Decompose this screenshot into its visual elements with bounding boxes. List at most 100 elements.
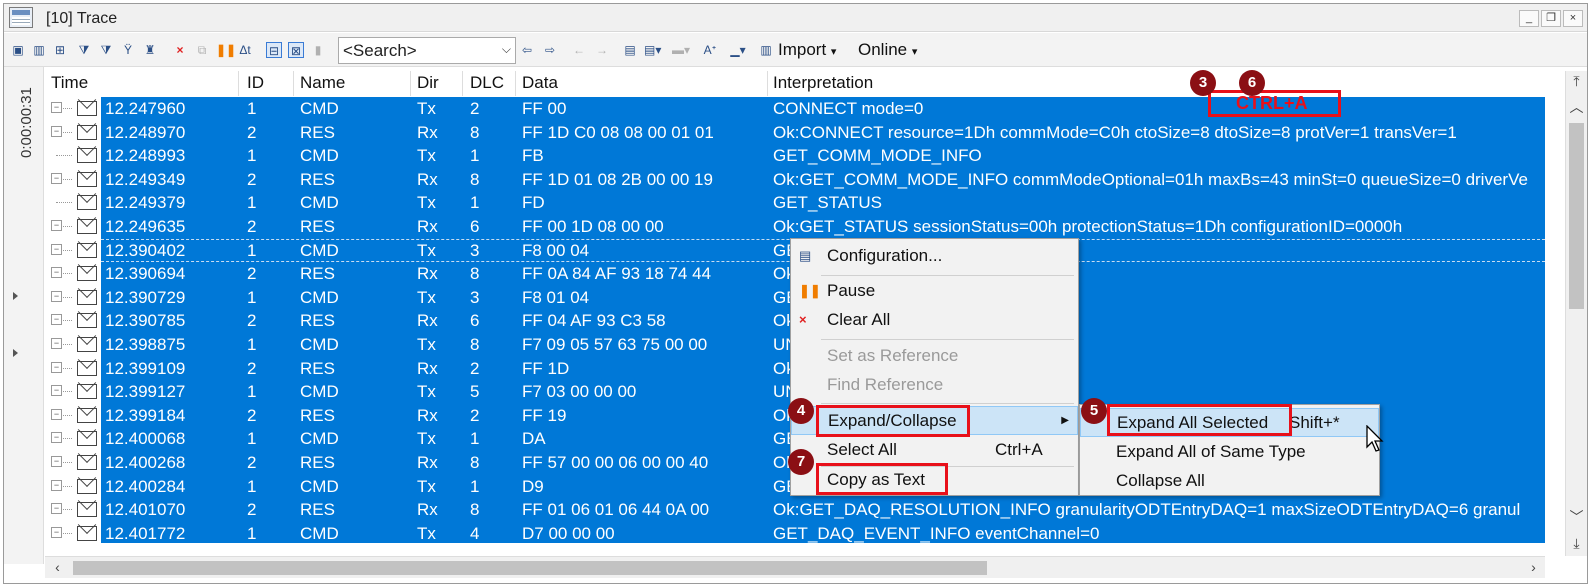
find-next-icon[interactable]: ⇨ xyxy=(542,42,558,58)
expand-right-icon[interactable] xyxy=(13,349,18,357)
close-button[interactable]: × xyxy=(1563,10,1583,27)
chevron-down-icon[interactable]: ⌵ xyxy=(502,42,511,57)
table-row[interactable]: 12.248993 1 CMD Tx 1 FB GET_COMM_MODE_INFO xyxy=(45,144,1545,168)
row-time: 12.248970 xyxy=(105,122,186,142)
col-separator[interactable] xyxy=(293,71,294,96)
table-row[interactable]: − 12.401772 1 CMD Tx 4 D7 00 00 00 GET_DAQ_EVEN… xyxy=(45,521,1545,543)
table-row[interactable]: − 12.249635 2 RES Rx 6 FF 00 1D 08 00 00 Ok:GET… xyxy=(45,215,1545,239)
row-id: 2 xyxy=(247,311,257,331)
chart-icon[interactable]: ▥ xyxy=(31,42,47,58)
col-separator[interactable] xyxy=(462,71,463,96)
restore-button[interactable]: ❐ xyxy=(1541,10,1561,27)
tree-toggle-icon[interactable]: − xyxy=(51,220,62,231)
table-row[interactable]: − 12.401070 2 RES Rx 8 FF 01 06 01 06 44 0A 00… xyxy=(45,498,1545,522)
binoculars-icon[interactable]: ♜ xyxy=(142,42,158,58)
insert-icon[interactable]: ⊞ xyxy=(52,42,68,58)
config-icon[interactable]: ▤ xyxy=(622,42,638,58)
scroll-bottom-icon[interactable]: ⤓ xyxy=(1566,533,1587,553)
col-id[interactable]: ID xyxy=(247,73,264,93)
tree-toggle-icon[interactable]: − xyxy=(51,432,62,444)
menu-item-find-reference[interactable]: Find Reference xyxy=(791,371,1078,400)
settings-dropdown-icon[interactable]: ▤▾ xyxy=(644,42,661,58)
menu-item-expand-all-same-type[interactable]: Expand All of Same Type xyxy=(1080,438,1379,467)
pause-icon[interactable]: ❚❚ xyxy=(216,42,236,58)
tree-toggle-icon[interactable]: − xyxy=(51,314,62,326)
delta-time-icon[interactable]: Δt xyxy=(237,42,253,58)
tree-toggle-icon[interactable]: − xyxy=(51,479,62,491)
copy-icon[interactable]: ⧉ xyxy=(194,42,210,58)
table-row[interactable]: − 12.249349 2 RES Rx 8 FF 1D 01 08 2B 00 00 19… xyxy=(45,167,1545,192)
font-size-icon[interactable]: Aᐩ xyxy=(702,42,718,58)
import-menu[interactable]: Import ▾ xyxy=(778,40,836,60)
tree-toggle-icon[interactable]: − xyxy=(51,385,62,397)
col-interpretation[interactable]: Interpretation xyxy=(773,73,873,93)
vertical-scroll-thumb[interactable] xyxy=(1569,123,1584,309)
scroll-top-icon[interactable]: ⤒ xyxy=(1566,71,1587,91)
tree-toggle-icon[interactable]: − xyxy=(51,102,62,113)
scroll-left-icon[interactable]: ‹ xyxy=(47,557,68,577)
row-name: CMD xyxy=(300,523,339,543)
table-row[interactable]: − 12.248970 2 RES Rx 8 FF 1D C0 08 08 00 01 01… xyxy=(45,120,1545,145)
expand-left-icon[interactable] xyxy=(13,292,18,300)
vertical-scrollbar[interactable]: ⤒ ︿ ﹀ ⤓ xyxy=(1565,71,1587,556)
tree-toggle-icon[interactable]: − xyxy=(51,456,62,467)
online-menu[interactable]: Online ▾ xyxy=(858,40,917,60)
row-data: FF 19 xyxy=(522,405,567,425)
tree-toggle-icon[interactable]: − xyxy=(51,503,62,515)
layout-icon[interactable]: ▁▾ xyxy=(730,42,746,58)
row-dlc: 6 xyxy=(470,311,480,331)
menu-item-set-as-reference[interactable]: Set as Reference xyxy=(791,342,1078,371)
scroll-up-icon[interactable]: ︿ xyxy=(1566,97,1587,117)
marker-forward-icon[interactable]: → xyxy=(594,42,610,58)
search-input[interactable]: <Search> xyxy=(343,41,417,60)
col-dlc[interactable]: DLC xyxy=(470,73,504,93)
tree-toggle-icon[interactable]: − xyxy=(51,267,62,279)
clear-icon[interactable]: × xyxy=(172,42,188,58)
menu-item-clear-all[interactable]: × Clear All xyxy=(791,306,1078,335)
col-name[interactable]: Name xyxy=(300,73,345,93)
tree-toggle-icon[interactable]: − xyxy=(51,243,62,255)
col-separator[interactable] xyxy=(767,71,768,96)
filter-icon[interactable]: ⧩ xyxy=(76,42,92,58)
col-time[interactable]: Time xyxy=(51,73,88,93)
table-row[interactable]: 12.249379 1 CMD Tx 1 FD GET_STATUS xyxy=(45,191,1545,215)
columns-icon[interactable]: ▬▾ xyxy=(672,42,690,58)
row-time: 12.390402 xyxy=(105,240,186,260)
scroll-down-icon[interactable]: ﹀ xyxy=(1566,507,1587,527)
menu-item-select-all[interactable]: Select All Ctrl+A xyxy=(791,436,1078,465)
menu-item-configuration[interactable]: ▤ Configuration... xyxy=(791,242,1078,271)
import-icon[interactable]: ▥ xyxy=(758,42,774,58)
marker-back-icon[interactable]: ← xyxy=(571,42,587,58)
tree-toggle-icon[interactable]: − xyxy=(51,361,62,373)
horizontal-scroll-thumb[interactable] xyxy=(73,561,987,575)
col-separator[interactable] xyxy=(410,71,411,96)
tree-toggle-icon[interactable]: − xyxy=(51,290,62,302)
tree-toggle-icon[interactable]: − xyxy=(51,338,62,349)
minimize-button[interactable]: _ xyxy=(1519,10,1539,27)
fixed-view-icon[interactable]: ⊠ xyxy=(288,42,304,58)
tree-toggle-icon[interactable]: − xyxy=(51,526,62,538)
tree-toggle-icon[interactable]: − xyxy=(51,125,62,137)
tree-toggle-icon[interactable]: − xyxy=(51,172,62,184)
search-combobox[interactable]: <Search> ⌵ xyxy=(338,37,516,64)
col-dir[interactable]: Dir xyxy=(417,73,439,93)
horizontal-scrollbar[interactable]: ‹ › xyxy=(45,556,1545,578)
scroll-right-icon[interactable]: › xyxy=(1523,557,1544,577)
detail-view-icon[interactable]: ▣ xyxy=(10,42,26,58)
row-time: 12.390694 xyxy=(105,264,186,284)
row-name: CMD xyxy=(300,99,339,118)
scroll-lock-icon[interactable]: ▮ xyxy=(310,42,326,58)
row-data: FF 1D 01 08 2B 00 00 19 xyxy=(522,169,713,189)
find-previous-icon[interactable]: ⇦ xyxy=(519,42,535,58)
menu-item-collapse-all[interactable]: Collapse All xyxy=(1080,467,1379,496)
col-separator[interactable] xyxy=(238,71,239,96)
menu-item-pause[interactable]: ❚❚ Pause xyxy=(791,277,1078,306)
filter-text-icon[interactable]: Ÿ xyxy=(120,42,136,58)
row-id: 2 xyxy=(247,217,257,236)
tree-toggle-icon[interactable]: − xyxy=(51,408,62,420)
col-data[interactable]: Data xyxy=(522,73,558,93)
col-separator[interactable] xyxy=(515,71,516,96)
chronological-view-icon[interactable]: ⊟ xyxy=(266,42,282,58)
row-dlc: 8 xyxy=(470,335,480,354)
filter-multi-icon[interactable]: ⧩ xyxy=(98,42,114,58)
